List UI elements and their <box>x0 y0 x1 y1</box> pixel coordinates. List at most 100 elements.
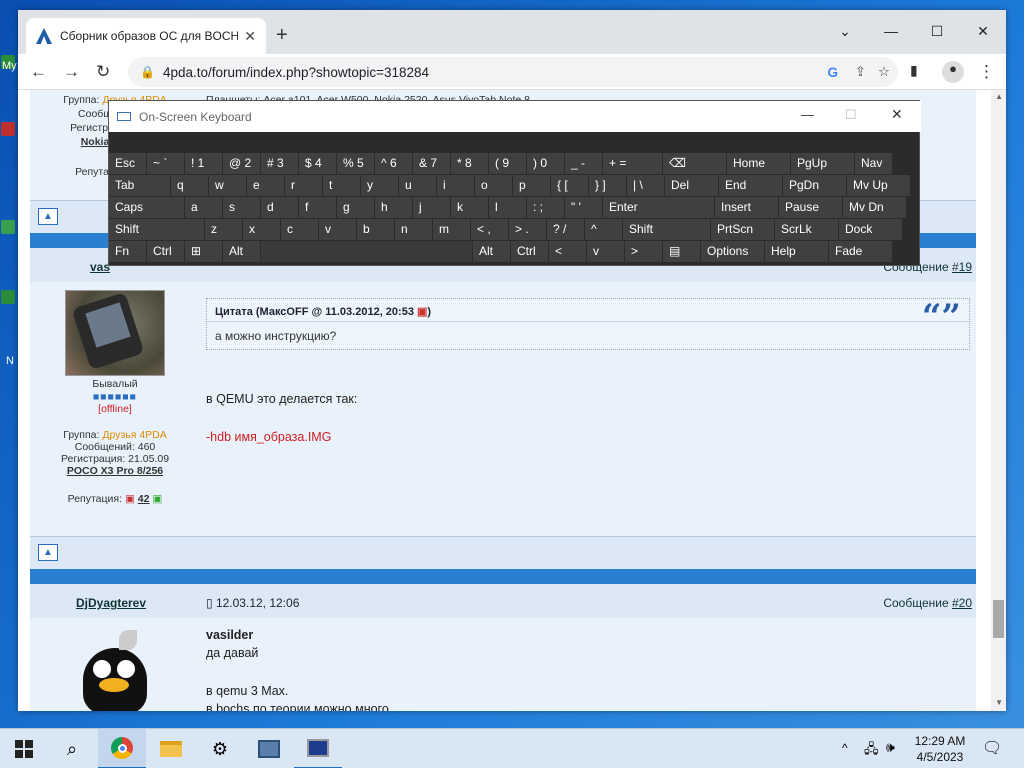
scrollbar-thumb[interactable] <box>993 600 1004 638</box>
close-window-icon[interactable]: ✕ <box>960 16 1006 46</box>
search-icon[interactable]: ⌕ <box>48 729 96 768</box>
key-space[interactable] <box>261 241 472 262</box>
key-symbol[interactable]: ⊞ <box>185 241 222 262</box>
key-fn[interactable]: Fn <box>109 241 146 262</box>
key-tab[interactable]: Tab <box>109 175 170 196</box>
desktop-app-icon[interactable] <box>1 220 15 234</box>
key-u[interactable]: u <box>399 175 436 196</box>
key-o[interactable]: o <box>475 175 512 196</box>
key-6[interactable]: ^ 6 <box>375 153 412 174</box>
key-t[interactable]: t <box>323 175 360 196</box>
control-panel-icon[interactable] <box>245 729 293 768</box>
key-x[interactable]: x <box>243 219 280 240</box>
key-q[interactable]: q <box>171 175 208 196</box>
key-pgdn[interactable]: PgDn <box>783 175 846 196</box>
desktop-app-icon[interactable] <box>1 122 15 136</box>
key-symbol[interactable]: ~ ` <box>147 153 184 174</box>
key-e[interactable]: e <box>247 175 284 196</box>
maximize-icon[interactable]: ☐ <box>914 16 960 46</box>
file-explorer-icon[interactable] <box>147 729 195 768</box>
key-k[interactable]: k <box>451 197 488 218</box>
key-j[interactable]: j <box>413 197 450 218</box>
address-bar[interactable]: 🔒 4pda.to/forum/index.php?showtopic=3182… <box>128 57 898 87</box>
key-nav[interactable]: Nav <box>855 153 892 174</box>
key-w[interactable]: w <box>209 175 246 196</box>
new-tab-icon[interactable]: + <box>276 24 288 47</box>
key-symbol[interactable]: > <box>625 241 662 262</box>
key-symbol[interactable]: < , <box>471 219 508 240</box>
key-prtscn[interactable]: PrtScn <box>711 219 774 240</box>
desktop-app-icon[interactable] <box>1 290 15 304</box>
post-number-link[interactable]: #20 <box>952 596 972 610</box>
key-ctrl[interactable]: Ctrl <box>147 241 184 262</box>
profile-avatar-icon[interactable]: ● <box>942 61 964 83</box>
key-enter[interactable]: Enter <box>603 197 714 218</box>
key-shift[interactable]: Shift <box>623 219 710 240</box>
scroll-up-button[interactable]: ▲ <box>38 208 58 225</box>
scroll-up-arrow-icon[interactable]: ▲ <box>995 92 1003 101</box>
key-1[interactable]: ! 1 <box>185 153 222 174</box>
forward-icon[interactable]: → <box>63 62 80 82</box>
settings-gear-icon[interactable]: ⚙ <box>196 729 244 768</box>
google-translate-icon[interactable]: G <box>827 65 838 80</box>
key-shift[interactable]: Shift <box>109 219 204 240</box>
key-options[interactable]: Options <box>701 241 764 262</box>
key-i[interactable]: i <box>437 175 474 196</box>
scroll-up-button[interactable]: ▲ <box>38 544 58 561</box>
key-symbol[interactable]: ⌫ <box>663 153 726 174</box>
key-symbol[interactable]: " ' <box>565 197 602 218</box>
key-c[interactable]: c <box>281 219 318 240</box>
key-home[interactable]: Home <box>727 153 790 174</box>
key-p[interactable]: p <box>513 175 550 196</box>
key-v[interactable]: v <box>319 219 356 240</box>
key-2[interactable]: @ 2 <box>223 153 260 174</box>
network-icon[interactable]: 🖧 <box>864 740 879 762</box>
minimize-icon[interactable]: — <box>868 16 914 46</box>
post-author-link[interactable]: DjDyagterev <box>76 596 146 610</box>
tab-search-chevron-icon[interactable]: ⌄ <box>822 16 868 46</box>
key-end[interactable]: End <box>719 175 782 196</box>
key-a[interactable]: a <box>185 197 222 218</box>
scroll-down-arrow-icon[interactable]: ▼ <box>995 698 1003 707</box>
notifications-icon[interactable]: 🗨 <box>982 738 1002 758</box>
key-fade[interactable]: Fade <box>829 241 892 262</box>
key-symbol[interactable]: + = <box>603 153 662 174</box>
key-d[interactable]: d <box>261 197 298 218</box>
key-m[interactable]: m <box>433 219 470 240</box>
key-n[interactable]: n <box>395 219 432 240</box>
close-icon[interactable]: ✕ <box>891 106 903 123</box>
key-caps[interactable]: Caps <box>109 197 184 218</box>
key-symbol[interactable]: ▤ <box>663 241 700 262</box>
key-dock[interactable]: Dock <box>839 219 902 240</box>
key-insert[interactable]: Insert <box>715 197 778 218</box>
bookmark-star-icon[interactable]: ☆ <box>878 64 890 80</box>
show-hidden-icons-icon[interactable]: ^ <box>842 741 848 755</box>
key-4[interactable]: $ 4 <box>299 153 336 174</box>
key-8[interactable]: * 8 <box>451 153 488 174</box>
key-symbol[interactable]: < <box>549 241 586 262</box>
start-button[interactable] <box>0 729 48 768</box>
share-icon[interactable]: ⇪ <box>855 64 866 80</box>
key-3[interactable]: # 3 <box>261 153 298 174</box>
reload-icon[interactable]: ↻ <box>96 62 110 82</box>
key-f[interactable]: f <box>299 197 336 218</box>
key-alt[interactable]: Alt <box>473 241 510 262</box>
close-tab-icon[interactable]: ✕ <box>244 28 256 45</box>
on-screen-keyboard-taskbar-icon[interactable] <box>294 729 342 768</box>
key-z[interactable]: z <box>205 219 242 240</box>
key-mvup[interactable]: Mv Up <box>847 175 910 196</box>
side-panel-icon[interactable]: ▮ <box>910 62 918 79</box>
back-icon[interactable]: ← <box>30 62 47 82</box>
key-y[interactable]: y <box>361 175 398 196</box>
key-alt[interactable]: Alt <box>223 241 260 262</box>
rep-minus-icon[interactable]: ▣ <box>125 493 135 505</box>
key-9[interactable]: ( 9 <box>489 153 526 174</box>
key-v[interactable]: v <box>587 241 624 262</box>
volume-icon[interactable]: 🕪 <box>886 739 895 756</box>
menu-dots-icon[interactable]: ⋮ <box>978 62 995 82</box>
key-symbol[interactable]: { [ <box>551 175 588 196</box>
key-symbol[interactable]: _ - <box>565 153 602 174</box>
key-s[interactable]: s <box>223 197 260 218</box>
browser-tab[interactable]: Сборник образов ОС для BOCHS ✕ <box>26 18 266 54</box>
key-del[interactable]: Del <box>665 175 718 196</box>
